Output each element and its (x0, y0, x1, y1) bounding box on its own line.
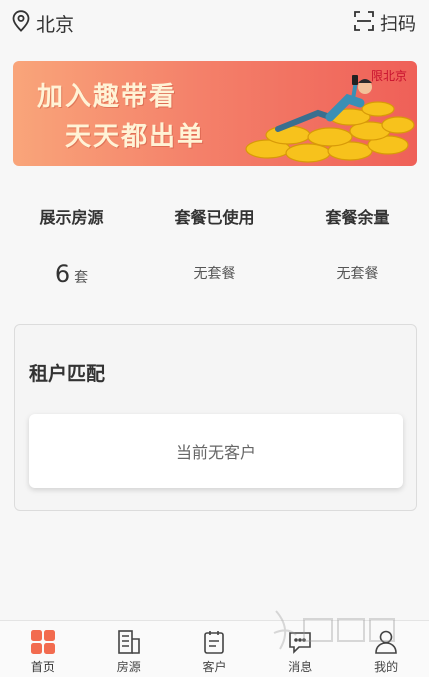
stat-listings-value: 6套 (0, 260, 143, 288)
clipboard-icon (204, 631, 225, 654)
tab-listings-label: 房源 (116, 660, 141, 674)
bottom-tab-bar: 首页 房源 客户 消息 我的 (0, 620, 429, 677)
user-icon (375, 630, 397, 654)
empty-customer-card: 当前无客户 (29, 414, 403, 488)
tab-messages[interactable]: 消息 (257, 621, 343, 677)
stat-package-used[interactable]: 套餐已使用 无套餐 (143, 206, 286, 288)
city-label: 北京 (36, 13, 75, 36)
banner-headline-2: 天天都出单 (65, 122, 206, 152)
stat-listings-number: 6 (54, 260, 71, 288)
stat-listings-label: 展示房源 (39, 208, 104, 227)
stat-package-remaining-value: 无套餐 (336, 266, 379, 282)
location-pin-icon (12, 10, 30, 36)
tab-home-label: 首页 (30, 660, 55, 674)
building-icon (117, 630, 140, 654)
stat-package-used-value: 无套餐 (193, 266, 236, 282)
stat-listings[interactable]: 展示房源 6套 (0, 206, 143, 288)
tab-profile[interactable]: 我的 (343, 621, 429, 677)
home-grid-icon (30, 630, 55, 654)
tenant-match-title: 租户匹配 (29, 363, 106, 385)
scan-icon (354, 11, 374, 35)
tab-home[interactable]: 首页 (0, 621, 86, 677)
tab-messages-label: 消息 (288, 660, 313, 674)
stat-package-remaining-label: 套餐余量 (325, 208, 390, 227)
top-bar: 北京 扫码 (0, 0, 429, 46)
coin-pile-illustration (245, 75, 415, 163)
stats-row: 展示房源 6套 套餐已使用 无套餐 套餐余量 无套餐 (0, 206, 429, 296)
stat-listings-unit: 套 (74, 270, 89, 286)
tab-listings[interactable]: 房源 (86, 621, 172, 677)
empty-customer-text: 当前无客户 (175, 443, 256, 462)
tab-profile-label: 我的 (374, 660, 399, 674)
banner-headline-1: 加入趣带看 (37, 82, 178, 112)
stat-package-used-label: 套餐已使用 (174, 208, 255, 227)
scan-button[interactable]: 扫码 (354, 10, 416, 36)
stat-package-remaining[interactable]: 套餐余量 无套餐 (286, 206, 429, 288)
tenant-match-card: 租户匹配 当前无客户 (14, 324, 417, 511)
city-selector[interactable]: 北京 (12, 10, 74, 37)
chat-icon (289, 632, 312, 654)
tab-customers[interactable]: 客户 (172, 621, 258, 677)
promo-banner[interactable]: 加入趣带看 天天都出单 限北京 (13, 61, 417, 166)
tab-customers-label: 客户 (202, 660, 227, 674)
scan-label: 扫码 (380, 14, 416, 35)
